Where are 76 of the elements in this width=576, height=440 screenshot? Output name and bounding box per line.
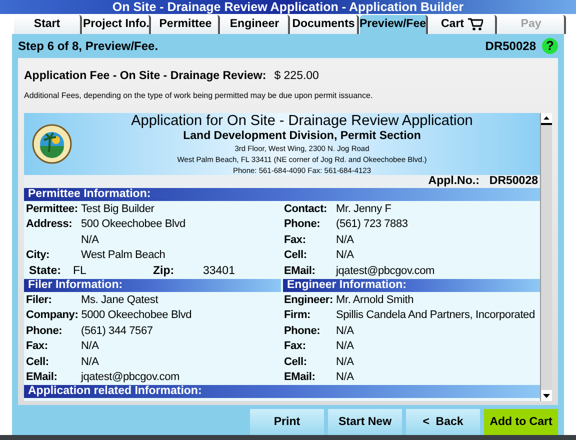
field-label: Cell:: [284, 356, 307, 368]
field-value: Mr. Jenny F: [336, 202, 392, 217]
field-value: Test Big Builder: [81, 202, 154, 217]
tab[interactable]: Start: [14, 15, 82, 34]
section-heading: Application related Information:: [24, 385, 540, 398]
field-value: Spillis Candela And Partners, Incorporated: [336, 308, 535, 324]
county-seal-icon: [32, 124, 72, 164]
fee-label: Application Fee - On Site - Drainage Review:: [24, 69, 266, 84]
field-label: City:: [26, 249, 50, 262]
tab[interactable]: Project Info.: [83, 15, 152, 34]
fee-note: Additional Fees, depending on the type of work being permitted may be due upon permit issuance.: [24, 90, 374, 102]
action-button[interactable]: < Back: [406, 409, 480, 436]
field-value: West Palm Beach: [81, 248, 166, 264]
tab[interactable]: Documents: [290, 15, 359, 34]
field-label: State:: [29, 264, 62, 279]
cart-icon: [468, 18, 484, 31]
field-label: EMail:: [26, 371, 58, 384]
tab[interactable]: Engineer: [221, 15, 290, 34]
tab[interactable]: Permittee: [152, 15, 220, 34]
scroll-up-icon[interactable]: [541, 113, 552, 126]
appl-no-label: Appl.No.:: [428, 174, 480, 190]
field-value: jqatest@pbcgov.com: [336, 264, 434, 279]
application-id: DR50028: [485, 38, 536, 55]
section-heading: Permittee Information:: [24, 188, 540, 202]
action-button[interactable]: Add to Cart: [484, 409, 558, 436]
field-label: Company:: [26, 309, 78, 322]
field-label: EMail:: [284, 264, 316, 277]
field-value: N/A: [81, 354, 99, 370]
field-label: Permittee:: [26, 202, 78, 215]
field-label: EMail:: [284, 371, 316, 384]
action-button[interactable]: Print: [250, 409, 324, 436]
field-label: Zip:: [153, 264, 176, 279]
field-value: N/A: [336, 370, 354, 386]
field-value: jqatest@pbcgov.com: [81, 370, 180, 386]
section-heading: Engineer Information:: [283, 279, 540, 292]
action-button[interactable]: Start New: [328, 409, 402, 436]
field-value: N/A: [336, 354, 354, 370]
field-value: (561) 723 7883: [336, 217, 408, 232]
field-label: Phone:: [284, 218, 320, 230]
field-value: FL: [73, 264, 88, 279]
field-value: N/A: [336, 232, 354, 248]
field-value: Ms. Jane Qatest: [81, 292, 158, 308]
field-value: N/A: [81, 232, 99, 248]
field-label: Contact:: [284, 202, 328, 215]
window-title: On Site - Drainage Review Application - Application Builder: [0, 0, 576, 14]
field-label: Address:: [26, 218, 72, 230]
field-label: Phone:: [284, 324, 320, 337]
field-label: Phone:: [26, 324, 62, 337]
field-value: 33401: [203, 264, 235, 279]
field-value: N/A: [336, 248, 354, 264]
field-label: Filer:: [26, 294, 52, 306]
field-label: Cell:: [26, 356, 49, 368]
field-label: Engineer:: [284, 294, 333, 306]
section-heading: Filer Information:: [24, 279, 281, 292]
step-title: Step 6 of 8, Preview/Fee.: [18, 38, 158, 55]
field-value: 5000 Okeechobee Blvd: [81, 308, 192, 324]
tab[interactable]: Preview/Fee: [360, 15, 428, 34]
document-title: Application for On Site - Drainage Review Application: [131, 113, 473, 129]
field-value: 500 Okeechobee Blvd: [81, 217, 186, 232]
appl-no-value: DR50028: [489, 174, 538, 190]
document-subtitle: Land Development Division, Permit Section: [183, 128, 421, 143]
field-label: Cell:: [284, 249, 307, 262]
field-value: Mr. Arnold Smith: [336, 292, 414, 308]
help-button[interactable]: ?: [542, 38, 558, 54]
field-label: Fax:: [284, 234, 306, 246]
field-value: N/A: [81, 339, 99, 354]
scroll-down-icon[interactable]: [541, 390, 552, 402]
tab[interactable]: Cart: [429, 15, 498, 34]
scrollbar[interactable]: [540, 113, 552, 402]
field-value: (561) 344 7567: [81, 324, 153, 339]
field-value: N/A: [336, 339, 354, 354]
field-label: Firm:: [284, 309, 311, 322]
field-label: Fax:: [284, 340, 306, 352]
field-label: Fax:: [26, 340, 48, 352]
field-value: N/A: [336, 324, 354, 339]
fee-amount: $ 225.00: [274, 69, 319, 84]
